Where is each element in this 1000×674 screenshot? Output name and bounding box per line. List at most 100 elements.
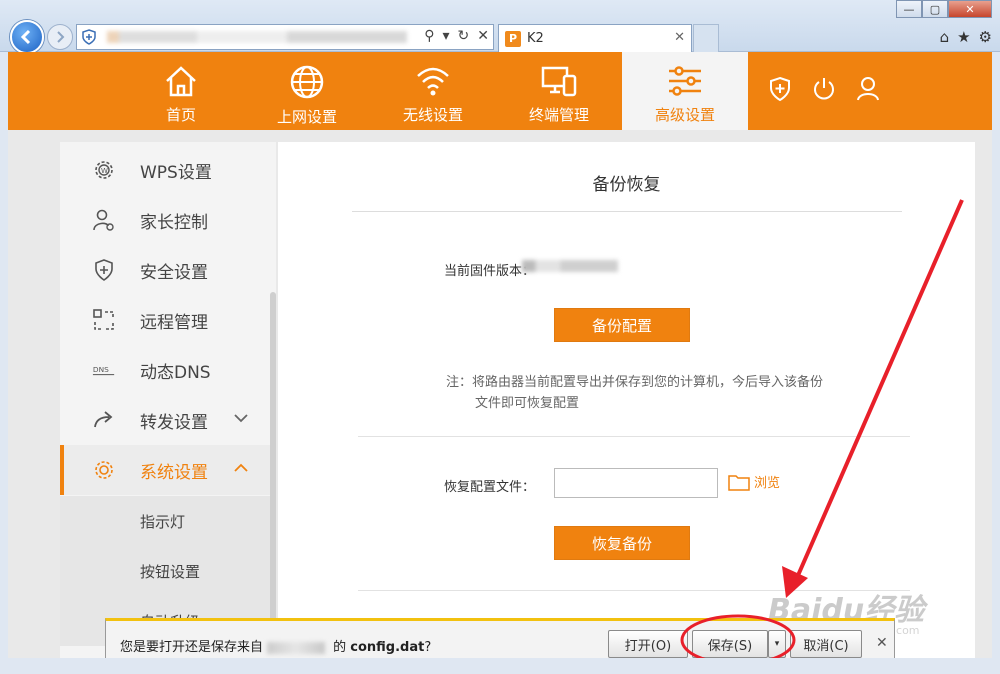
sliders-icon xyxy=(669,66,701,96)
browser-tab[interactable]: P K2 ✕ xyxy=(498,24,692,52)
browse-button[interactable]: 浏览 xyxy=(728,472,780,491)
system-gear-icon xyxy=(92,458,116,482)
refresh-icon[interactable]: ↻ xyxy=(458,28,470,44)
sidebar-item-wps[interactable]: W WPS设置 xyxy=(60,145,276,195)
maximize-button[interactable]: ▢ xyxy=(922,0,948,18)
restore-file-label: 恢复配置文件： xyxy=(444,480,536,495)
sidebar-item-label: WPS设置 xyxy=(140,162,212,183)
divider xyxy=(358,436,910,437)
wifi-icon xyxy=(417,67,449,96)
wps-gear-icon: W xyxy=(92,158,116,182)
nav-label: 终端管理 xyxy=(528,106,589,124)
open-file-button[interactable]: 打开(O) xyxy=(608,630,688,658)
dropdown-icon[interactable]: ▾ xyxy=(443,28,450,44)
cancel-download-button[interactable]: 取消(C) xyxy=(790,630,862,658)
parent-user-icon xyxy=(92,208,116,232)
chevron-up-icon xyxy=(232,459,250,482)
shield-icon xyxy=(92,258,116,282)
back-arrow-icon xyxy=(20,29,31,45)
sidebar-item-ddns[interactable]: DNS 动态DNS xyxy=(60,345,276,395)
svg-text:W: W xyxy=(101,167,108,175)
dns-icon: DNS xyxy=(92,358,116,382)
source-redacted xyxy=(267,641,326,654)
nav-wireless[interactable]: 无线设置 xyxy=(370,52,496,130)
user-icon[interactable] xyxy=(856,76,880,102)
power-icon[interactable] xyxy=(812,76,836,102)
address-bar[interactable]: ⚲ ▾ ↻ ✕ xyxy=(76,24,494,50)
sidebar: W WPS设置 家长控制 安全设置 远程管理 DNS 动态DNS 转发设置 系统… xyxy=(60,142,276,658)
subitem-label: 按钮设置 xyxy=(140,563,201,581)
back-button[interactable] xyxy=(10,20,44,54)
browser-chrome: — ▢ ✕ ⚲ ▾ ↻ ✕ P K2 ✕ ⌂ ★ ⚙ xyxy=(0,0,1000,54)
remote-icon xyxy=(92,308,116,332)
security-shield-icon[interactable] xyxy=(768,76,792,102)
download-filename: config.dat xyxy=(350,640,425,655)
sidebar-item-label: 动态DNS xyxy=(140,362,211,383)
download-middle: 的 xyxy=(329,640,351,655)
close-notification-icon[interactable]: ✕ xyxy=(876,635,888,651)
browse-label: 浏览 xyxy=(754,476,781,491)
globe-icon xyxy=(290,65,324,99)
nav-label: 高级设置 xyxy=(654,106,715,124)
nav-internet[interactable]: 上网设置 xyxy=(244,52,370,130)
sidebar-scrollbar[interactable] xyxy=(270,292,276,658)
subitem-label: 指示灯 xyxy=(140,513,186,531)
sidebar-item-security[interactable]: 安全设置 xyxy=(60,245,276,295)
minimize-button[interactable]: — xyxy=(896,0,922,18)
search-icon[interactable]: ⚲ xyxy=(424,28,434,44)
svg-text:DNS: DNS xyxy=(93,365,109,374)
sidebar-item-label: 家长控制 xyxy=(140,212,208,233)
note-line-2: 文件即可恢复配置 xyxy=(475,396,580,411)
forward-icon xyxy=(92,408,116,432)
tab-close-icon[interactable]: ✕ xyxy=(674,30,685,45)
sidebar-item-forwarding[interactable]: 转发设置 xyxy=(60,395,276,445)
tab-favicon: P xyxy=(505,30,521,47)
sidebar-item-remote[interactable]: 远程管理 xyxy=(60,295,276,345)
sidebar-item-system[interactable]: 系统设置 xyxy=(60,445,276,495)
nav-devices[interactable]: 终端管理 xyxy=(496,52,622,130)
chevron-down-icon xyxy=(232,409,250,432)
router-page: 首页 上网设置 无线设置 终端管理 高级设置 W WPS设置 家长控制 安全设置… xyxy=(8,52,992,658)
site-shield-icon xyxy=(82,29,96,45)
sidebar-item-parental[interactable]: 家长控制 xyxy=(60,195,276,245)
backup-restore-panel: 备份恢复 当前固件版本： 备份配置 注：将路由器当前配置导出并保存到您的计算机，… xyxy=(278,142,975,658)
note-line-1: 注：将路由器当前配置导出并保存到您的计算机，今后导入该备份 xyxy=(446,375,824,390)
forward-button[interactable] xyxy=(47,24,73,50)
download-prefix: 您是要打开还是保存来自 xyxy=(120,640,264,655)
status-bar xyxy=(0,658,1000,674)
window-controls: — ▢ ✕ xyxy=(896,0,992,18)
close-window-button[interactable]: ✕ xyxy=(948,0,992,18)
backup-note: 注：将路由器当前配置导出并保存到您的计算机，今后导入该备份 文件即可恢复配置 xyxy=(446,372,856,414)
settings-gear-icon[interactable]: ⚙ xyxy=(979,28,992,46)
backup-config-button[interactable]: 备份配置 xyxy=(554,308,690,342)
nav-advanced[interactable]: 高级设置 xyxy=(622,52,748,130)
nav-home[interactable]: 首页 xyxy=(118,52,244,130)
nav-label: 首页 xyxy=(165,106,196,124)
save-file-button[interactable]: 保存(S) xyxy=(692,630,768,658)
home-icon[interactable]: ⌂ xyxy=(940,28,950,46)
folder-icon xyxy=(728,474,750,491)
sidebar-subitem-led[interactable]: 指示灯 xyxy=(60,496,270,546)
tab-title: K2 xyxy=(527,31,544,46)
home-icon xyxy=(166,66,196,97)
page-title: 备份恢复 xyxy=(592,175,661,195)
download-suffix: ? xyxy=(424,640,432,655)
sidebar-item-label: 安全设置 xyxy=(140,262,208,283)
top-navigation: 首页 上网设置 无线设置 终端管理 高级设置 xyxy=(8,52,992,130)
devices-icon xyxy=(541,66,577,97)
restore-backup-button[interactable]: 恢复备份 xyxy=(554,526,690,560)
save-dropdown-arrow[interactable]: ▾ xyxy=(768,630,786,658)
divider xyxy=(352,211,902,212)
sidebar-item-label: 转发设置 xyxy=(140,412,208,433)
nav-label: 无线设置 xyxy=(402,106,463,124)
sidebar-subitem-buttons[interactable]: 按钮设置 xyxy=(60,546,270,596)
stop-icon[interactable]: ✕ xyxy=(477,28,489,44)
address-redacted xyxy=(107,31,407,43)
firmware-version-redacted xyxy=(522,260,618,272)
new-tab-button[interactable] xyxy=(693,24,719,52)
favorites-star-icon[interactable]: ★ xyxy=(957,28,970,46)
forward-arrow-icon xyxy=(57,31,65,43)
sidebar-item-label: 远程管理 xyxy=(140,312,208,333)
restore-file-input[interactable] xyxy=(554,468,718,498)
nav-label: 上网设置 xyxy=(276,108,337,126)
